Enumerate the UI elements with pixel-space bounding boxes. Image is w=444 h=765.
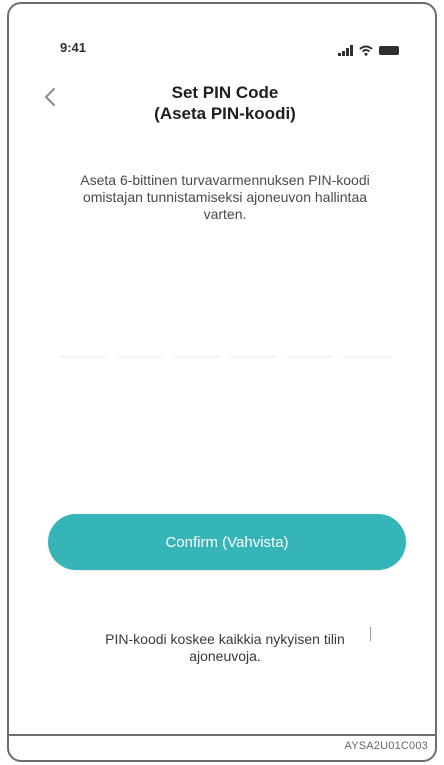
- back-button[interactable]: [36, 82, 64, 112]
- battery-icon: [379, 46, 399, 55]
- page-title-line-2: (Aseta PIN-koodi): [154, 104, 296, 123]
- text-cursor: [370, 627, 371, 641]
- page-title: Set PIN Code (Aseta PIN-koodi): [80, 82, 370, 124]
- confirm-button[interactable]: Confirm (Vahvista): [48, 514, 406, 570]
- footer-note: PIN-koodi koskee kaikkia nykyisen tilin …: [105, 631, 345, 664]
- pin-digit-slot: [230, 356, 277, 358]
- cellular-signal-icon: [338, 44, 353, 56]
- pin-digit-slot: [173, 356, 221, 358]
- chevron-left-icon: [44, 88, 55, 106]
- pin-description: Aseta 6-bittinen turvavarmennuksen PIN-k…: [80, 172, 370, 222]
- wifi-icon: [359, 45, 373, 56]
- status-icons: [338, 40, 399, 56]
- frame-divider: [7, 734, 437, 736]
- status-time: 9:41: [60, 40, 87, 55]
- pin-digit-slot: [116, 356, 164, 358]
- image-code: AYSA2U01C003: [344, 740, 428, 752]
- pin-digit-slot: [286, 356, 334, 358]
- pin-digit-slot: [343, 356, 391, 358]
- pin-digit-slot: [60, 356, 107, 358]
- pin-input-placeholder[interactable]: [60, 356, 391, 358]
- page-title-line-1: Set PIN Code: [171, 83, 279, 102]
